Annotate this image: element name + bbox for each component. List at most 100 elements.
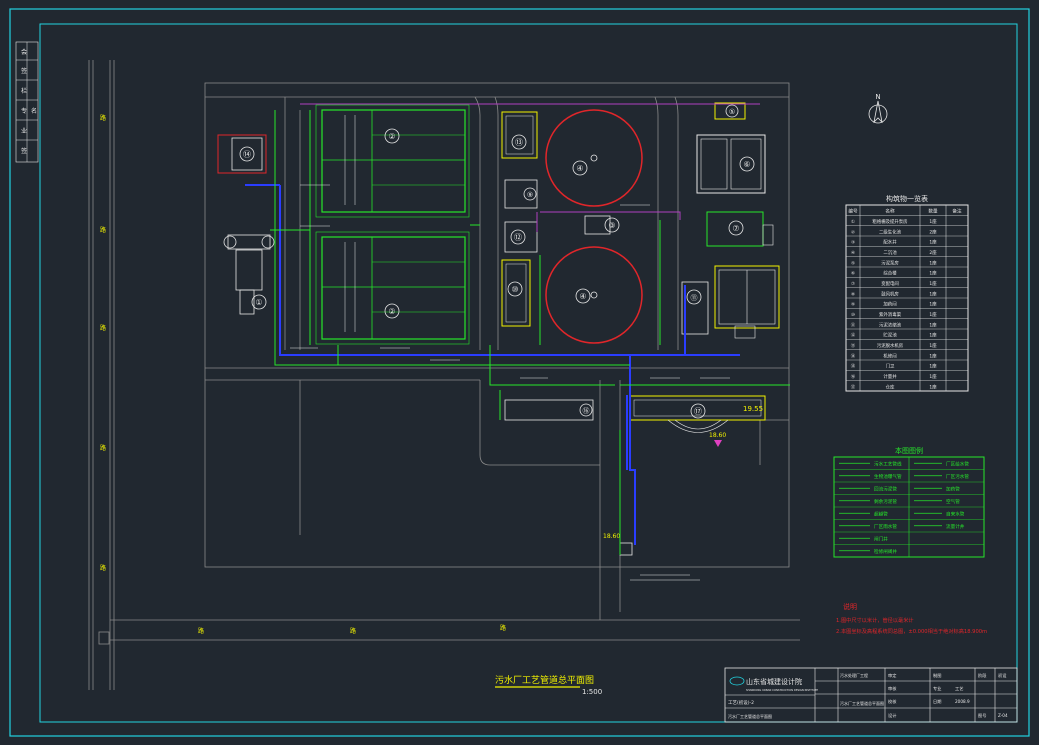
structure-5: ⑤ — [714, 102, 746, 120]
side-signing-strip: 会 签 栏 专 业 签 名 — [15, 41, 39, 163]
table-cell: 仓库 — [886, 383, 895, 390]
structure-14: ⑭ — [217, 134, 267, 174]
table-cell: 粗格栅及提升泵房 — [872, 218, 908, 225]
table-cell: 1座 — [929, 239, 937, 246]
table-cell: 综合楼 — [883, 270, 897, 277]
legend-item-label: 污水工艺管线 — [874, 460, 902, 467]
table-cell: 2座 — [929, 249, 937, 256]
table-cell: 污泥浓缩池 — [879, 321, 902, 328]
table-cell: 变配电间 — [881, 280, 899, 287]
table-cell: 1座 — [929, 290, 937, 297]
legend: 本图图例 污水工艺管线生物池曝气管回流污泥管剩余污泥管超越管厂区雨水管闸门井检修… — [833, 446, 985, 558]
table-cell: ⑮ — [851, 363, 856, 370]
road-label-7: 路 — [350, 627, 356, 635]
structure-13: ⑬ — [501, 111, 538, 159]
title-block-drawing-name-2: 污水厂工艺管道总平面图 — [840, 700, 884, 706]
table-header-cell: 名称 — [885, 207, 895, 214]
unit-label-2a: ② — [388, 132, 395, 141]
structure-6: ⑥ — [696, 134, 766, 194]
side-strip-5: 签 — [21, 147, 27, 155]
legend-item-label: 自来水管 — [946, 510, 965, 517]
elevation-site-arrow: 18.60 — [709, 432, 726, 439]
table-cell: 二沉池 — [883, 249, 897, 256]
table-cell: 加药间 — [883, 301, 896, 308]
company-logo-icon — [729, 676, 745, 686]
title-block-cell: Z-04 — [998, 713, 1008, 718]
title-block-cell: 审定 — [888, 672, 896, 679]
table-header-cell: 备注 — [952, 207, 962, 214]
legend-item-label: 超越管 — [874, 510, 888, 517]
structure-7: ⑦ — [706, 211, 774, 247]
table-cell: 1座 — [929, 301, 937, 308]
legend-item-label: 闸门井 — [874, 535, 888, 542]
table-cell: 二级生化池 — [879, 228, 902, 235]
table-cell: ⑯ — [851, 373, 856, 380]
structure-8 — [714, 265, 780, 339]
outer-frame — [9, 8, 1030, 737]
drawing-no: 工艺(初设)-2 — [728, 699, 754, 706]
unit-label-2b: ② — [388, 307, 395, 316]
notes-item-2: 2.本图坐标及高程系统同总图，±0.000相当于绝对标高18.900m — [836, 627, 987, 635]
unit-label-14: ⑭ — [243, 150, 251, 159]
title-block: 山东省城建设计院 SHANDONG URBAN CONSTRUCTION DES… — [724, 667, 1018, 723]
unit-label-16: ⑯ — [583, 407, 590, 415]
cad-drawing-canvas: 会 签 栏 专 业 签 名 路 路 路 路 路 路 路 路 ⑭ ① ② ② ⑬ … — [9, 8, 1030, 737]
legend-item-label: 生物池曝气管 — [874, 473, 902, 480]
side-strip-0: 会 — [21, 48, 27, 56]
legend-item-label: 流量计井 — [946, 523, 965, 530]
pipes-magenta — [300, 103, 760, 232]
unit-label-4a: ④ — [576, 164, 583, 173]
legend-item-label: 厂区给水管 — [946, 460, 969, 467]
table-cell: 鼓风机房 — [881, 290, 899, 297]
legend-item-label: 剩余污泥管 — [874, 498, 897, 505]
structure-4a: ④ — [545, 109, 643, 207]
title-block-cell: 2008.9 — [955, 699, 970, 704]
notes: 说明 1.图中尺寸以米计，管径以毫米计 2.本图坐标及高程系统同总图，±0.00… — [836, 602, 987, 635]
table-cell: ⑪ — [851, 321, 856, 328]
table-cell: ⑭ — [851, 352, 856, 359]
table-cell: ⑰ — [851, 383, 856, 390]
unit-label-9: ⑨ — [527, 191, 533, 199]
table-cell: 计量井 — [883, 373, 897, 380]
legend-item-label: 检修闸阀井 — [874, 548, 897, 555]
road-label-3: 路 — [100, 324, 106, 332]
table-cell: 污泥泵房 — [881, 259, 899, 266]
structure-2b: ② — [315, 231, 470, 345]
table-cell: 1座 — [929, 363, 937, 370]
table-cell: ⑥ — [851, 271, 855, 277]
table-cell: ⑬ — [851, 342, 856, 349]
table-cell: ⑫ — [851, 332, 856, 339]
unit-label-12: ⑫ — [514, 233, 522, 242]
project-name: 污水处理厂工程 — [840, 672, 868, 678]
title-block-cell: 阶段 — [978, 672, 987, 679]
unit-label-11: ⑪ — [691, 294, 698, 302]
legend-item-label: 空气管 — [946, 498, 960, 505]
table-cell: 门卫 — [886, 363, 895, 370]
company-name-en: SHANDONG URBAN CONSTRUCTION DESIGN INSTI… — [746, 688, 818, 692]
side-strip-6: 名 — [31, 107, 37, 115]
title-block-cell: 日期 — [933, 699, 941, 705]
structure-table-title: 构筑物一览表 — [886, 194, 928, 203]
table-cell: 机修间 — [883, 352, 896, 359]
structure-4b: ④ — [545, 246, 643, 344]
title-block-cell: 制图 — [933, 672, 941, 679]
table-cell: 1座 — [929, 321, 937, 328]
unit-label-6: ⑥ — [743, 160, 750, 169]
structure-9: ⑨ — [504, 179, 538, 209]
unit-label-17: ⑰ — [694, 407, 702, 416]
table-cell: 1座 — [929, 373, 937, 380]
structure-1: ① — [223, 234, 275, 315]
notes-item-1: 1.图中尺寸以米计，管径以毫米计 — [836, 616, 914, 624]
table-cell: 1座 — [929, 280, 937, 287]
table-cell: ⑦ — [851, 281, 855, 287]
company-name: 山东省城建设计院 — [746, 677, 802, 686]
side-strip-1: 签 — [21, 67, 27, 75]
drawing-title-block: 污水厂工艺管道总平面图 1:500 — [495, 674, 602, 696]
structure-12: ⑫ — [504, 221, 538, 253]
roads — [88, 60, 800, 690]
road-label-1: 路 — [100, 114, 106, 122]
structure-outfall: 18.60 — [603, 533, 633, 556]
structure-3: ③ — [584, 215, 620, 235]
pipe-annotation-marks — [290, 184, 730, 581]
title-block-drawing-name: 污水厂工艺管道总平面图 — [728, 713, 772, 719]
